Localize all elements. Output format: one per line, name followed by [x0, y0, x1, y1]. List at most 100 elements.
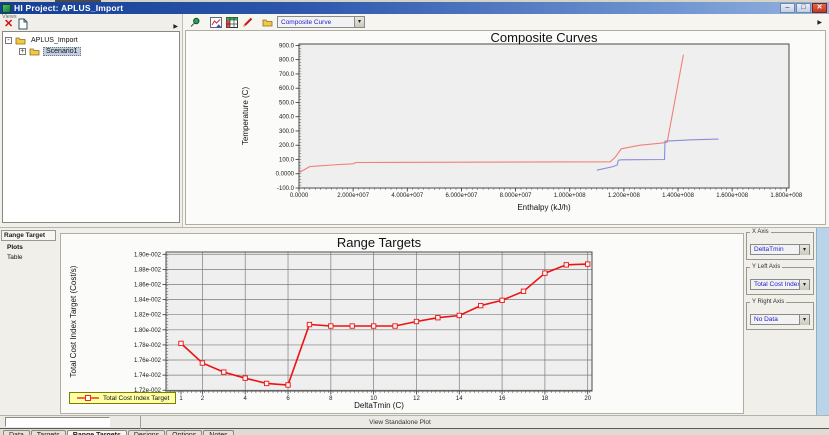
svg-text:900.0: 900.0 — [279, 43, 295, 49]
table-icon[interactable] — [226, 17, 238, 28]
x-axis-label: X Axis — [750, 229, 771, 235]
window-title: HI Project: APLUS_Import — [14, 3, 123, 13]
tab-targets[interactable]: Targets — [31, 430, 66, 435]
svg-text:Temperature (C): Temperature (C) — [241, 87, 250, 146]
delete-view-icon[interactable]: ✕ — [4, 19, 13, 30]
close-button[interactable]: ✕ — [812, 3, 827, 13]
application-window: HI Project: APLUS_Import – □ ✕ Views ✕ ▶… — [0, 0, 829, 435]
tab-range-targets[interactable]: Range Targets — [67, 430, 127, 435]
svg-text:Composite Curves: Composite Curves — [491, 31, 598, 45]
chevron-down-icon[interactable]: ▾ — [354, 17, 364, 27]
svg-text:1.600e+008: 1.600e+008 — [716, 193, 749, 199]
views-panel: Views ✕ ▶ - APLUS_Import + Scenario1 — [0, 14, 183, 227]
svg-text:600.0: 600.0 — [279, 86, 295, 92]
svg-text:Enthalpy (kJ/h): Enthalpy (kJ/h) — [517, 203, 571, 212]
plot-type-select[interactable]: Composite Curve ▾ — [277, 16, 365, 28]
range-targets-area: Range Target Plots Table 124681012141618… — [0, 228, 829, 415]
composite-curves-chart: 0.00002.000e+0074.000e+0076.000e+0078.00… — [185, 30, 826, 225]
range-targets-chart: 124681012141618201.90e-0021.88e-0021.86e… — [60, 233, 744, 414]
svg-text:300.0: 300.0 — [279, 129, 295, 135]
folder-icon — [15, 36, 26, 45]
legend-label: Total Cost Index Target — [103, 395, 169, 402]
y-right-axis-group: Y Right Axis No Data ▾ — [746, 302, 814, 330]
tree-node-project[interactable]: - APLUS_Import — [5, 35, 177, 46]
svg-text:4.000e+007: 4.000e+007 — [391, 193, 424, 199]
folder-icon — [29, 47, 40, 56]
tab-data[interactable]: Data — [3, 430, 30, 435]
footer-bar: View Standalone Plot — [0, 415, 829, 428]
svg-text:1.90e-002: 1.90e-002 — [134, 252, 162, 258]
copy-plot-icon[interactable] — [210, 17, 222, 28]
svg-text:200.0: 200.0 — [279, 143, 295, 149]
expander-icon[interactable]: + — [19, 48, 26, 55]
parent-window-fragment — [55, 0, 101, 2]
tab-notes[interactable]: Notes — [203, 430, 233, 435]
y-left-axis-label: Y Left Axis — [750, 264, 782, 270]
svg-text:700.0: 700.0 — [279, 72, 295, 78]
y-left-axis-select[interactable]: Total Cost Index Target ▾ — [750, 279, 810, 290]
range-legend: Total Cost Index Target — [69, 392, 176, 404]
sidebar-header: Range Target — [1, 230, 56, 241]
x-axis-group: X Axis DeltaTmin ▾ — [746, 232, 814, 260]
svg-text:1.84e-002: 1.84e-002 — [134, 298, 162, 304]
plot-type-value: Composite Curve — [278, 19, 354, 26]
svg-text:Range Targets: Range Targets — [337, 235, 422, 250]
svg-text:1.800e+008: 1.800e+008 — [770, 193, 803, 199]
view-standalone-plot-link[interactable]: View Standalone Plot — [300, 419, 500, 426]
svg-text:1.76e-002: 1.76e-002 — [134, 358, 162, 364]
y-left-axis-group: Y Left Axis Total Cost Index Target ▾ — [746, 267, 814, 295]
y-right-axis-select[interactable]: No Data ▾ — [750, 314, 810, 325]
svg-text:14: 14 — [456, 396, 463, 402]
svg-text:8: 8 — [329, 396, 333, 402]
views-toolbar: Views ✕ ▶ — [0, 14, 182, 31]
svg-text:DeltaTmin (C): DeltaTmin (C) — [354, 401, 404, 410]
svg-text:2.000e+007: 2.000e+007 — [337, 193, 370, 199]
svg-text:12: 12 — [413, 396, 420, 402]
svg-text:1.000e+008: 1.000e+008 — [554, 193, 587, 199]
minimize-button[interactable]: – — [780, 3, 795, 13]
axis-controls: X Axis DeltaTmin ▾ Y Left Axis Total Cos… — [744, 228, 816, 415]
chevron-down-icon[interactable]: ▾ — [799, 315, 809, 325]
window-edge-strip — [816, 228, 829, 415]
svg-text:2: 2 — [201, 396, 205, 402]
svg-text:500.0: 500.0 — [279, 100, 295, 106]
svg-text:1.82e-002: 1.82e-002 — [134, 313, 162, 319]
svg-text:6.000e+007: 6.000e+007 — [445, 193, 478, 199]
expander-icon[interactable]: - — [5, 37, 12, 44]
svg-text:1: 1 — [179, 396, 183, 402]
x-axis-select[interactable]: DeltaTmin ▾ — [750, 244, 810, 255]
plot-toolbar: Composite Curve ▾ ▶ — [183, 14, 829, 30]
bottom-tab-strip: Data Targets Range Targets Designs Optio… — [0, 428, 829, 435]
sidebar-item-plots[interactable]: Plots — [1, 241, 58, 251]
tab-options[interactable]: Options — [166, 430, 202, 435]
sidebar-item-table[interactable]: Table — [1, 251, 58, 261]
app-icon — [2, 4, 11, 13]
svg-text:400.0: 400.0 — [279, 115, 295, 121]
svg-text:1.400e+008: 1.400e+008 — [662, 193, 695, 199]
svg-text:Total Cost Index Target (Cost/: Total Cost Index Target (Cost/s) — [69, 265, 78, 377]
maximize-button[interactable]: □ — [796, 3, 811, 13]
svg-text:1.86e-002: 1.86e-002 — [134, 282, 162, 288]
svg-text:4: 4 — [244, 396, 248, 402]
pencil-icon[interactable] — [242, 17, 254, 28]
toolbar-overflow-arrow-icon[interactable]: ▶ — [817, 19, 822, 26]
footer-divider — [140, 416, 141, 429]
new-view-icon[interactable] — [18, 18, 28, 30]
svg-text:800.0: 800.0 — [279, 58, 295, 64]
views-overflow-arrow-icon[interactable]: ▶ — [173, 23, 178, 30]
svg-text:0.0000: 0.0000 — [290, 193, 309, 199]
pin-icon[interactable] — [189, 17, 200, 28]
titlebar[interactable]: HI Project: APLUS_Import – □ ✕ — [0, 2, 829, 14]
folder-icon[interactable] — [262, 18, 273, 27]
svg-text:1.88e-002: 1.88e-002 — [134, 267, 162, 273]
tree-node-scenario[interactable]: + Scenario1 — [5, 46, 177, 57]
views-toolbar-label: Views — [2, 14, 17, 20]
chevron-down-icon[interactable]: ▾ — [799, 280, 809, 290]
svg-text:-100.0: -100.0 — [277, 186, 295, 192]
svg-text:1.200e+008: 1.200e+008 — [608, 193, 641, 199]
svg-text:18: 18 — [542, 396, 549, 402]
chevron-down-icon[interactable]: ▾ — [799, 245, 809, 255]
svg-text:0.0000: 0.0000 — [276, 172, 295, 178]
tab-designs[interactable]: Designs — [128, 430, 165, 435]
composite-panel: Composite Curve ▾ ▶ 0.0000 2.000e+007 4.00… — [183, 14, 829, 227]
